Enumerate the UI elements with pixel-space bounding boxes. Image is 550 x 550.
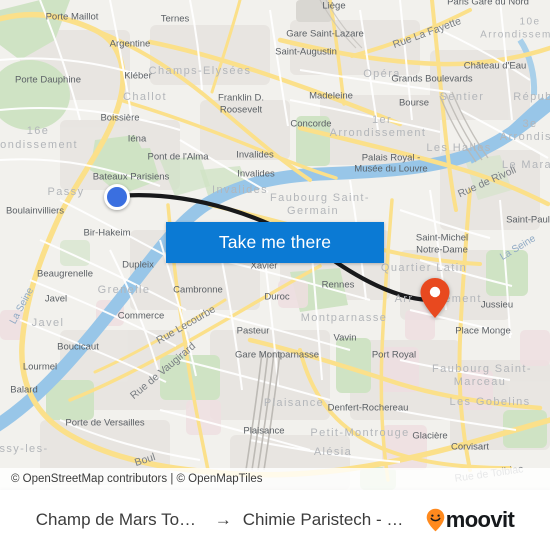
trip-origin-label: Champ de Mars Tour ...: [35, 510, 204, 529]
attribution-text: © OpenStreetMap contributors | © OpenMap…: [11, 473, 263, 485]
moovit-logo: moovit: [426, 507, 515, 533]
destination-pin[interactable]: [419, 277, 451, 319]
map-attribution: © OpenStreetMap contributors | © OpenMap…: [0, 468, 550, 490]
moovit-map-screen: Porte Maillot Ternes Liège Gare Saint-Lazar…: [0, 0, 550, 550]
origin-marker[interactable]: [104, 184, 130, 210]
moovit-pin-icon: [426, 508, 445, 532]
moovit-wordmark: moovit: [445, 507, 515, 532]
map-canvas[interactable]: Porte Maillot Ternes Liège Gare Saint-Lazar…: [0, 0, 550, 490]
take-me-there-button[interactable]: Take me there: [166, 222, 384, 263]
trip-destination-label: Chimie Paristech - Universi...: [242, 510, 411, 529]
trip-summary-bar: Champ de Mars Tour ... → Chimie Paristec…: [0, 490, 550, 550]
arrow-right-icon: →: [214, 510, 232, 529]
